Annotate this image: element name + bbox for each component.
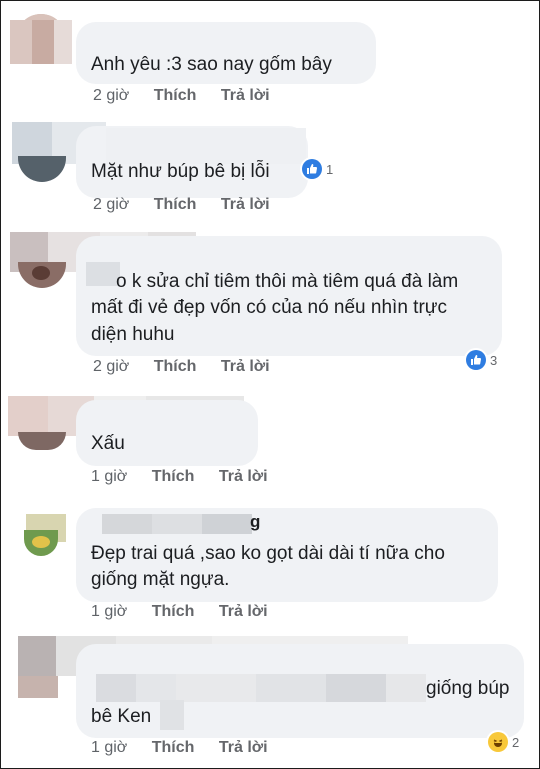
comment-time[interactable]: 1 giờ (91, 739, 127, 757)
comment-2: Mặt như búp bê bị lỗi 1 2 giờ Thích Trả … (0, 118, 540, 228)
like-link[interactable]: Thích (152, 603, 195, 621)
comment-actions: 2 giờ Thích Trả lời (93, 358, 290, 376)
like-link[interactable]: Thích (154, 358, 197, 376)
comment-text: Anh yêu :3 sao nay gốm bây (91, 54, 332, 75)
reaction-count[interactable]: 1 (302, 158, 333, 180)
avatar[interactable] (24, 530, 58, 556)
reply-link[interactable]: Trả lời (221, 87, 270, 105)
comment-text-line-1: giống búp (426, 678, 510, 699)
reaction-number: 1 (326, 161, 334, 177)
reply-link[interactable]: Trả lời (219, 739, 268, 757)
comment-text-line-2: bê Ken (91, 706, 152, 727)
reply-link[interactable]: Trả lời (221, 358, 270, 376)
comment-3: o k sửa chỉ tiêm thôi mà tiêm quá đà làm… (0, 228, 540, 388)
reply-link[interactable]: Trả lời (219, 603, 268, 621)
comment-6: giống búp bê Ken 2 1 giờ Thích Trả lời (0, 630, 540, 769)
comment-5: g Đẹp trai quá ,sao ko gọt dài dài tí nữ… (0, 500, 540, 630)
blurred-name (10, 20, 72, 64)
reply-link[interactable]: Trả lời (221, 196, 270, 214)
reaction-count[interactable]: 2 (488, 731, 519, 753)
like-icon (302, 159, 322, 179)
reply-link[interactable]: Trả lời (219, 468, 268, 486)
comment-text-line-2: mất đi vẻ đẹp vốn có của nó nếu nhìn trự… (91, 297, 447, 318)
comment-text: Xấu (91, 433, 125, 454)
comment-text-line-3: diện huhu (91, 324, 175, 345)
comment-text-line-1: Đẹp trai quá ,sao ko gọt dài dài tí nữa … (91, 543, 445, 564)
comment-text: Mặt như búp bê bị lỗi (91, 161, 270, 182)
haha-icon (488, 732, 508, 752)
comment-4: Xấu 1 giờ Thích Trả lời (0, 388, 540, 500)
comment-time[interactable]: 2 giờ (93, 196, 129, 214)
blurred-name-block (102, 514, 252, 534)
like-icon (466, 350, 486, 370)
comment-actions: 2 giờ Thích Trả lời (93, 196, 290, 214)
comment-time[interactable]: 2 giờ (93, 358, 129, 376)
avatar[interactable] (18, 156, 66, 182)
avatar[interactable] (18, 676, 58, 698)
reaction-number: 2 (512, 734, 520, 750)
comment-text-line-1: o k sửa chỉ tiêm thôi mà tiêm quá đà làm (116, 271, 459, 292)
comment-text-line-2: giống mặt ngựa. (91, 569, 230, 590)
comment-actions: 2 giờ Thích Trả lời (93, 87, 290, 105)
blurred-name-tail (86, 262, 120, 286)
blurred-name-tail (160, 700, 184, 730)
comment-time[interactable]: 2 giờ (93, 87, 129, 105)
like-link[interactable]: Thích (154, 87, 197, 105)
reaction-number: 3 (490, 352, 498, 368)
avatar[interactable] (18, 432, 66, 450)
comment-1: Anh yêu :3 sao nay gốm bây 2 giờ Thích T… (0, 0, 540, 120)
blurred-text (96, 674, 426, 702)
avatar[interactable] (18, 262, 66, 288)
comment-time[interactable]: 1 giờ (91, 468, 127, 486)
like-link[interactable]: Thích (154, 196, 197, 214)
like-link[interactable]: Thích (152, 739, 195, 757)
comment-actions: 1 giờ Thích Trả lời (91, 739, 288, 757)
comment-actions: 1 giờ Thích Trả lời (91, 603, 288, 621)
comment-actions: 1 giờ Thích Trả lời (91, 468, 288, 486)
comment-time[interactable]: 1 giờ (91, 603, 127, 621)
name-tail[interactable]: g (250, 508, 260, 536)
reaction-count[interactable]: 3 (466, 349, 497, 371)
like-link[interactable]: Thích (152, 468, 195, 486)
